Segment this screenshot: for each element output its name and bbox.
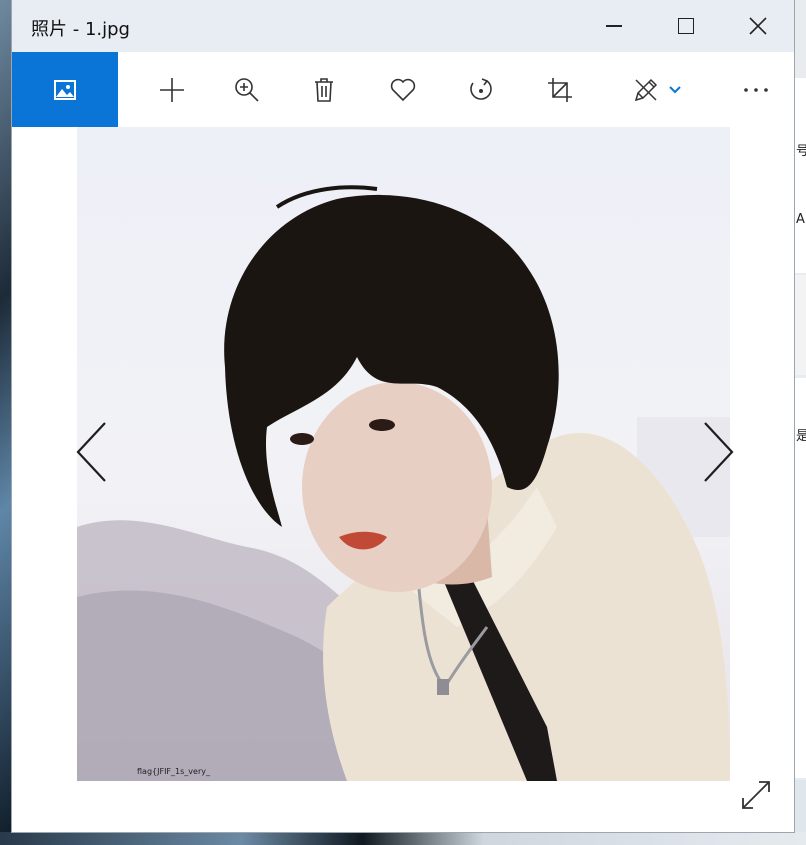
bg-glyph-3: 是,: [796, 429, 806, 444]
maximize-icon: [678, 18, 694, 34]
chevron-right-icon: [704, 422, 734, 482]
photos-window: 照片 - 1.jpg flag{JFIF_1s_very_: [12, 0, 794, 832]
plus-icon: [160, 77, 184, 102]
fullscreen-button[interactable]: [738, 777, 774, 813]
crop-button[interactable]: [540, 52, 580, 127]
crop-icon: [548, 77, 572, 102]
desktop-background-bottom: [0, 832, 806, 845]
zoom-in-icon: [235, 77, 259, 102]
pen-draw-icon: [634, 78, 658, 101]
desktop-background-left: [0, 0, 12, 845]
image-overlay-text: flag{JFIF_1s_very_: [137, 767, 210, 776]
edit-button[interactable]: [622, 52, 692, 127]
image-icon: [54, 79, 76, 100]
add-button[interactable]: [152, 52, 192, 127]
chevron-down-icon[interactable]: [668, 85, 682, 95]
more-button[interactable]: [736, 52, 776, 127]
window-title: 照片 - 1.jpg: [31, 19, 130, 40]
rotate-icon: [470, 77, 492, 100]
previous-image-button[interactable]: [72, 417, 112, 487]
rotate-button[interactable]: [461, 52, 501, 127]
close-icon: [749, 17, 767, 35]
heart-icon: [390, 78, 416, 101]
maximize-button[interactable]: [655, 0, 717, 52]
title-bar[interactable]: 照片 - 1.jpg: [12, 0, 794, 52]
bg-glyph-1: 号: [796, 144, 806, 159]
portrait-photo: [77, 185, 730, 781]
chevron-left-icon: [76, 422, 106, 482]
expand-icon: [742, 781, 770, 809]
more-icon: [744, 87, 768, 92]
background-window-right: 号 A 是,: [794, 0, 806, 845]
favorite-button[interactable]: [383, 52, 423, 127]
minimize-button[interactable]: [583, 0, 645, 52]
trash-icon: [315, 77, 333, 102]
toolbar: [12, 52, 794, 127]
zoom-button[interactable]: [227, 52, 267, 127]
next-image-button[interactable]: [698, 417, 738, 487]
photo: flag{JFIF_1s_very_: [77, 127, 730, 781]
close-button[interactable]: [727, 0, 789, 52]
photo-view-button[interactable]: [12, 52, 118, 127]
image-viewer[interactable]: flag{JFIF_1s_very_: [12, 127, 794, 832]
minimize-icon: [606, 25, 622, 27]
delete-button[interactable]: [304, 52, 344, 127]
bg-glyph-2: A: [796, 212, 805, 227]
